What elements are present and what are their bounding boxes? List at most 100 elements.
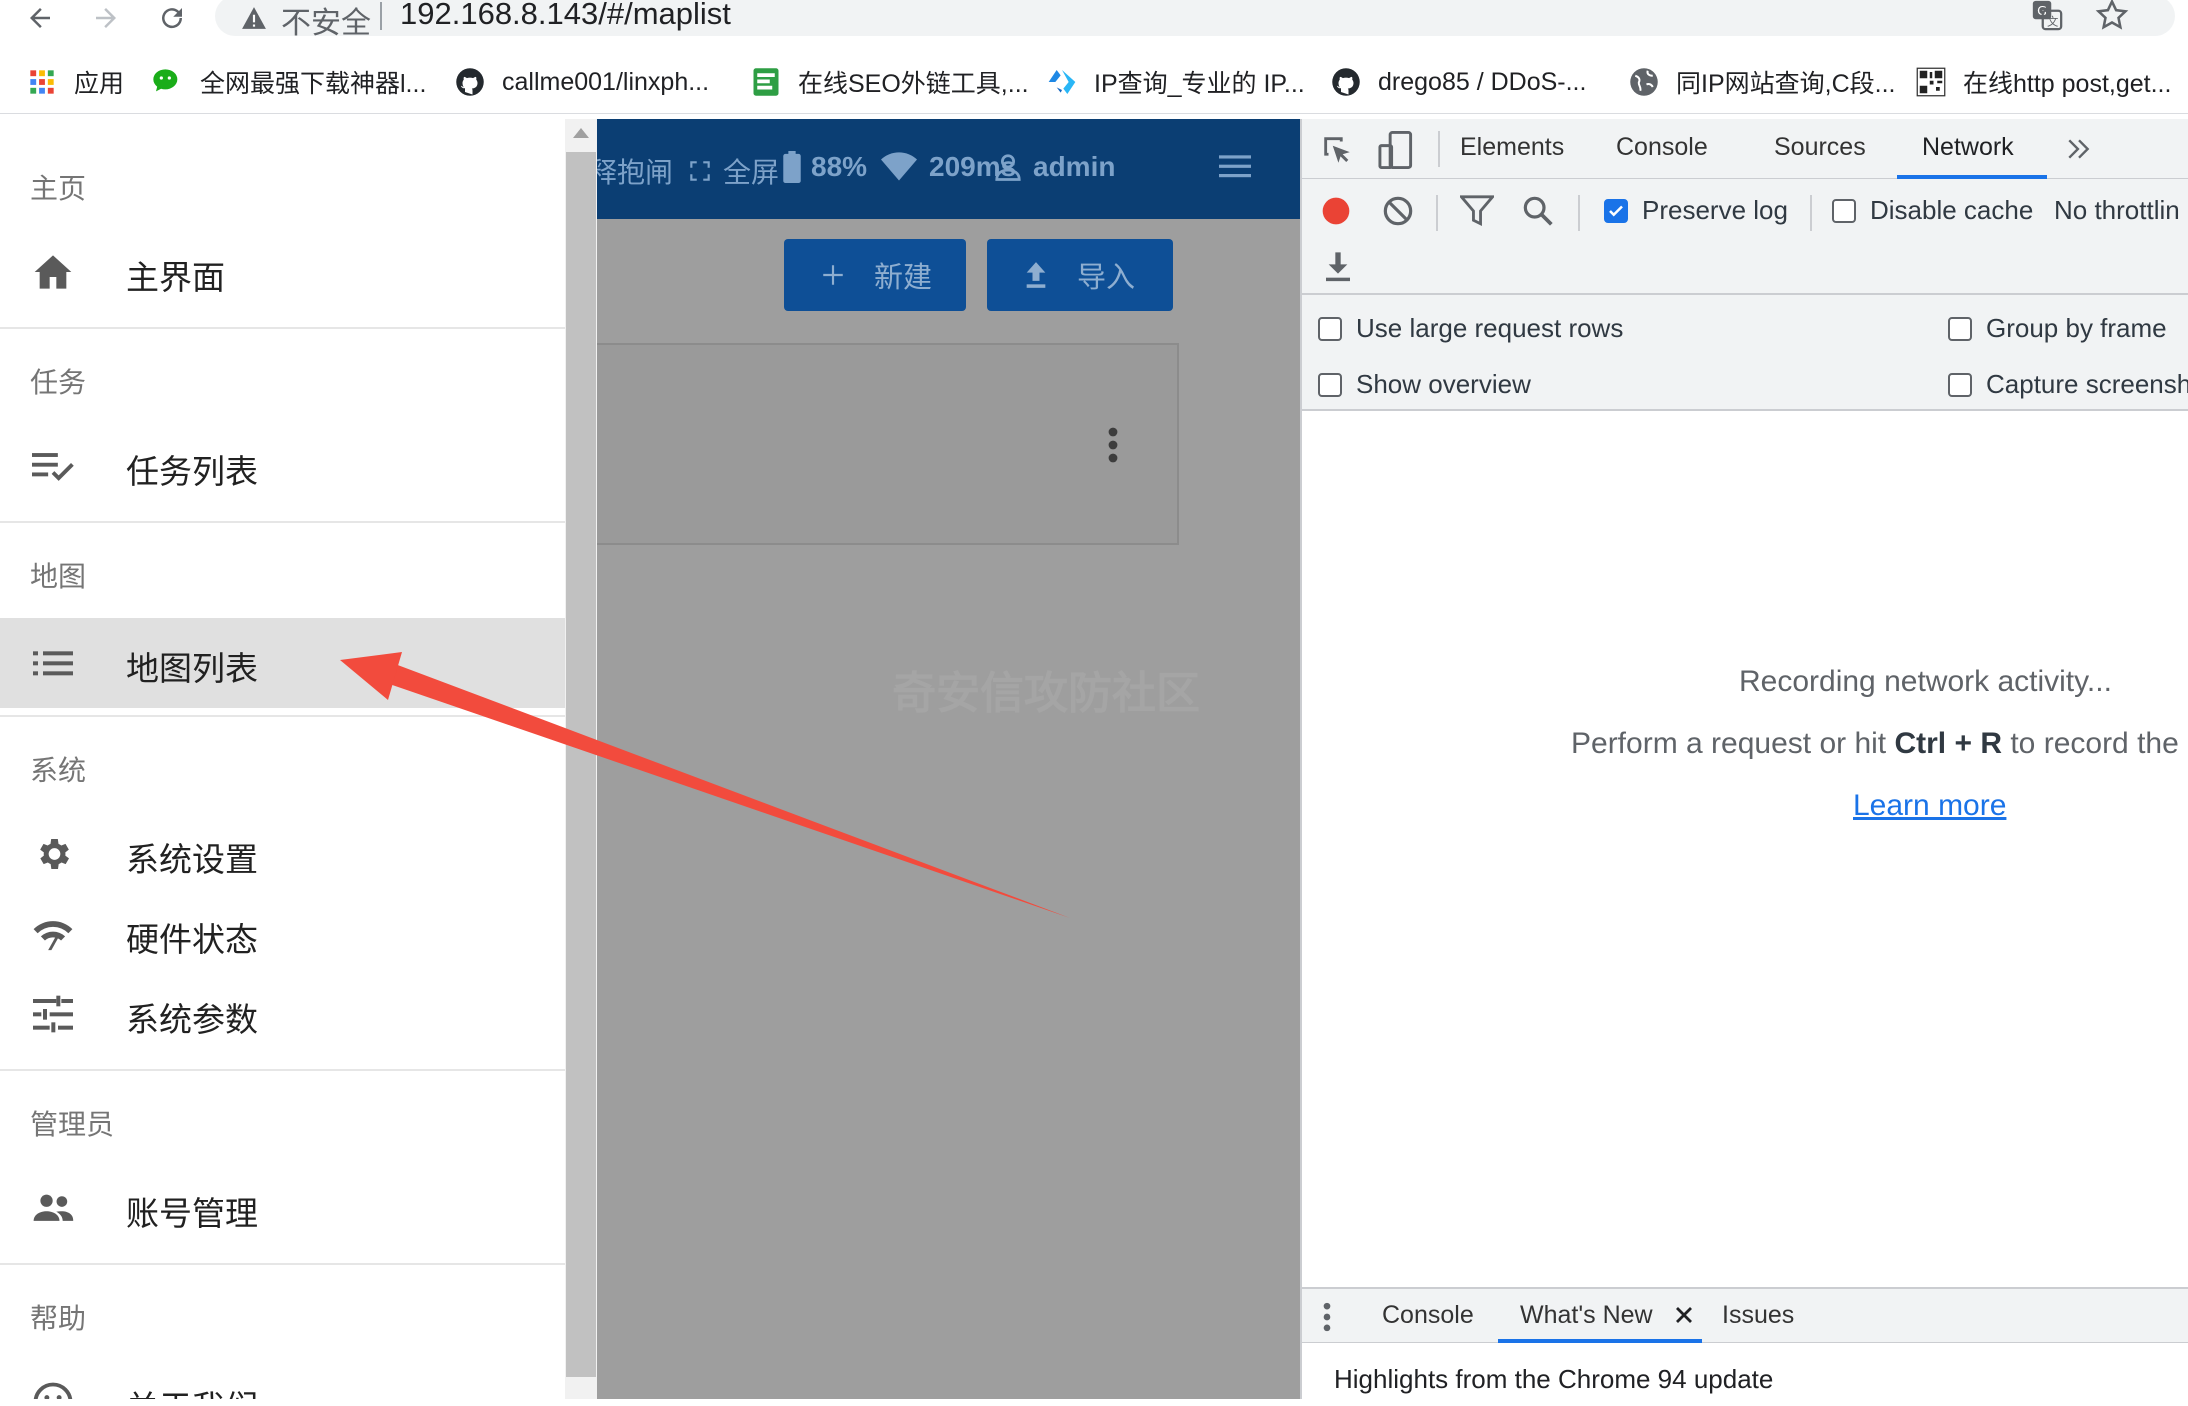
nav-item-system-settings[interactable]: 系统设置 xyxy=(0,809,565,899)
hamburger-icon xyxy=(1219,155,1251,178)
bookmark-item[interactable]: callme001/linxph... xyxy=(454,62,709,102)
back-button[interactable] xyxy=(20,0,60,36)
drawer-tab-whats-new[interactable]: What's New xyxy=(1520,1301,1653,1330)
disable-cache-checkbox[interactable]: Disable cache xyxy=(1832,195,2033,226)
more-vertical-icon[interactable] xyxy=(1107,427,1119,463)
checkbox-unchecked[interactable] xyxy=(1832,198,1856,223)
capture-screenshots-checkbox[interactable]: Capture screensh xyxy=(1948,369,2188,400)
drawer-tab-console[interactable]: Console xyxy=(1382,1301,1474,1330)
section-header-admin: 管理员 xyxy=(30,1109,115,1140)
capture-screenshots-label: Capture screensh xyxy=(1986,369,2188,399)
upload-icon xyxy=(1026,262,1046,288)
toolbar-separator xyxy=(1810,195,1812,231)
brake-release-button[interactable]: 释抱闸 xyxy=(597,151,673,191)
devtools-panel: Elements Console Sources Network Preserv… xyxy=(1300,119,2188,1399)
url-text[interactable]: 192.168.8.143/#/maplist xyxy=(400,0,731,32)
group-by-frame-checkbox[interactable]: Group by frame xyxy=(1948,313,2167,344)
tune-icon xyxy=(32,993,74,1035)
section-header-system: 系统 xyxy=(30,755,87,786)
hint-suffix: to record the xyxy=(2002,727,2179,760)
drawer-scrollbar-thumb[interactable] xyxy=(566,152,596,1377)
omnibox-separator xyxy=(380,2,382,30)
toolbar-separator xyxy=(1436,195,1438,231)
checkbox-unchecked[interactable] xyxy=(1318,372,1342,397)
forward-button[interactable] xyxy=(86,0,126,36)
nav-item-system-params[interactable]: 系统参数 xyxy=(0,969,565,1059)
bookmark-label: 应用 xyxy=(74,70,125,98)
bookmark-item[interactable]: drego85 / DDoS-... xyxy=(1330,62,1586,102)
recording-message: Recording network activity... xyxy=(1739,665,2112,698)
map-card[interactable] xyxy=(597,343,1179,545)
bookmark-item[interactable]: IP查询_专业的 IP... xyxy=(1046,62,1305,102)
clear-icon[interactable] xyxy=(1382,195,1414,227)
user-name: admin xyxy=(1033,151,1116,182)
bookmark-item[interactable]: 同IP网站查询,C段... xyxy=(1628,62,1895,102)
user-menu[interactable]: admin xyxy=(993,151,1115,183)
drawer-tab-issues[interactable]: Issues xyxy=(1722,1301,1794,1330)
globe-icon xyxy=(1628,66,1660,98)
checkbox-unchecked[interactable] xyxy=(1318,316,1342,341)
new-label: 新建 xyxy=(874,262,933,294)
tab-sources[interactable]: Sources xyxy=(1774,133,1866,162)
large-rows-checkbox[interactable]: Use large request rows xyxy=(1318,313,1623,344)
smile-icon xyxy=(32,1381,74,1399)
more-tabs-chevron-icon[interactable] xyxy=(2066,137,2092,161)
watermark: 奇安信攻防社区 xyxy=(892,657,1200,721)
svg-text:文: 文 xyxy=(2047,15,2058,29)
reload-icon xyxy=(162,8,183,29)
bookmark-apps[interactable]: 应用 xyxy=(26,62,124,102)
network-empty-state: Recording network activity... Perform a … xyxy=(1302,411,2188,1406)
device-toolbar-icon[interactable] xyxy=(1378,131,1414,169)
nav-item-about-us[interactable]: 关于我们 xyxy=(0,1357,565,1399)
tab-network[interactable]: Network xyxy=(1922,133,2014,162)
learn-more-link[interactable]: Learn more xyxy=(1853,789,2006,823)
translate-icon[interactable]: G文 xyxy=(2030,0,2064,32)
checkbox-checked[interactable] xyxy=(1604,198,1628,223)
insecure-label[interactable]: 不安全 xyxy=(281,0,371,42)
nav-item-task-list[interactable]: 任务列表 xyxy=(0,421,565,511)
bookmark-star-icon[interactable] xyxy=(2095,0,2129,32)
seo-tool-icon xyxy=(750,66,782,98)
wechat-icon xyxy=(152,66,184,98)
checkmark-icon xyxy=(1609,205,1623,217)
bookmark-item[interactable]: 全网最强下载神器l... xyxy=(152,62,426,102)
checkbox-unchecked[interactable] xyxy=(1948,316,1972,341)
menu-button[interactable] xyxy=(1219,153,1261,179)
qr-code-icon xyxy=(1915,66,1947,98)
large-rows-label: Use large request rows xyxy=(1356,313,1624,343)
inspect-element-icon[interactable] xyxy=(1320,133,1354,167)
tab-elements[interactable]: Elements xyxy=(1460,133,1564,162)
nav-item-hardware-status[interactable]: 硬件状态 xyxy=(0,889,565,979)
disable-cache-label: Disable cache xyxy=(1870,195,2034,225)
bookmark-item[interactable]: 在线SEO外链工具,... xyxy=(750,62,1029,102)
nav-item-label: 系统设置 xyxy=(126,841,258,878)
show-overview-checkbox[interactable]: Show overview xyxy=(1318,369,1531,400)
nav-drawer: 主页 主界面 任务 任务列表 地图 地图列表 系统 系统设置 硬件状态 系统参数… xyxy=(0,119,565,1399)
bookmark-item[interactable]: 在线http post,get... xyxy=(1915,62,2171,102)
bookmark-label: 同IP网站查询,C段... xyxy=(1676,70,1896,98)
download-har-icon[interactable] xyxy=(1324,251,1352,283)
search-icon[interactable] xyxy=(1522,195,1554,227)
address-bar[interactable]: 不安全 192.168.8.143/#/maplist G文 xyxy=(215,0,2175,40)
nav-item-account-management[interactable]: 账号管理 xyxy=(0,1163,565,1253)
import-map-button[interactable]: 导入 xyxy=(987,239,1173,311)
browser-toolbar: 不安全 192.168.8.143/#/maplist G文 xyxy=(0,0,2188,44)
nav-item-map-list[interactable]: 地图列表 xyxy=(0,618,565,708)
group-by-frame-label: Group by frame xyxy=(1986,313,2167,343)
preserve-log-checkbox[interactable]: Preserve log xyxy=(1604,195,1788,226)
scroll-up-arrow-icon[interactable] xyxy=(573,128,589,138)
plus-icon xyxy=(823,265,843,285)
drawer-menu-icon[interactable] xyxy=(1322,1301,1332,1333)
filter-icon[interactable] xyxy=(1460,195,1494,227)
reload-button[interactable] xyxy=(152,0,192,36)
checkbox-unchecked[interactable] xyxy=(1948,372,1972,397)
tab-console[interactable]: Console xyxy=(1616,133,1708,162)
close-icon[interactable] xyxy=(1674,1305,1694,1325)
new-map-button[interactable]: 新建 xyxy=(784,239,966,311)
bookmark-label: 全网最强下载神器l... xyxy=(200,70,427,98)
battery-icon xyxy=(783,151,801,183)
throttling-select[interactable]: No throttlin xyxy=(2054,195,2180,226)
record-icon[interactable] xyxy=(1320,195,1352,227)
nav-item-home[interactable]: 主界面 xyxy=(0,227,565,317)
fullscreen-button[interactable]: 全屏 xyxy=(687,151,779,191)
